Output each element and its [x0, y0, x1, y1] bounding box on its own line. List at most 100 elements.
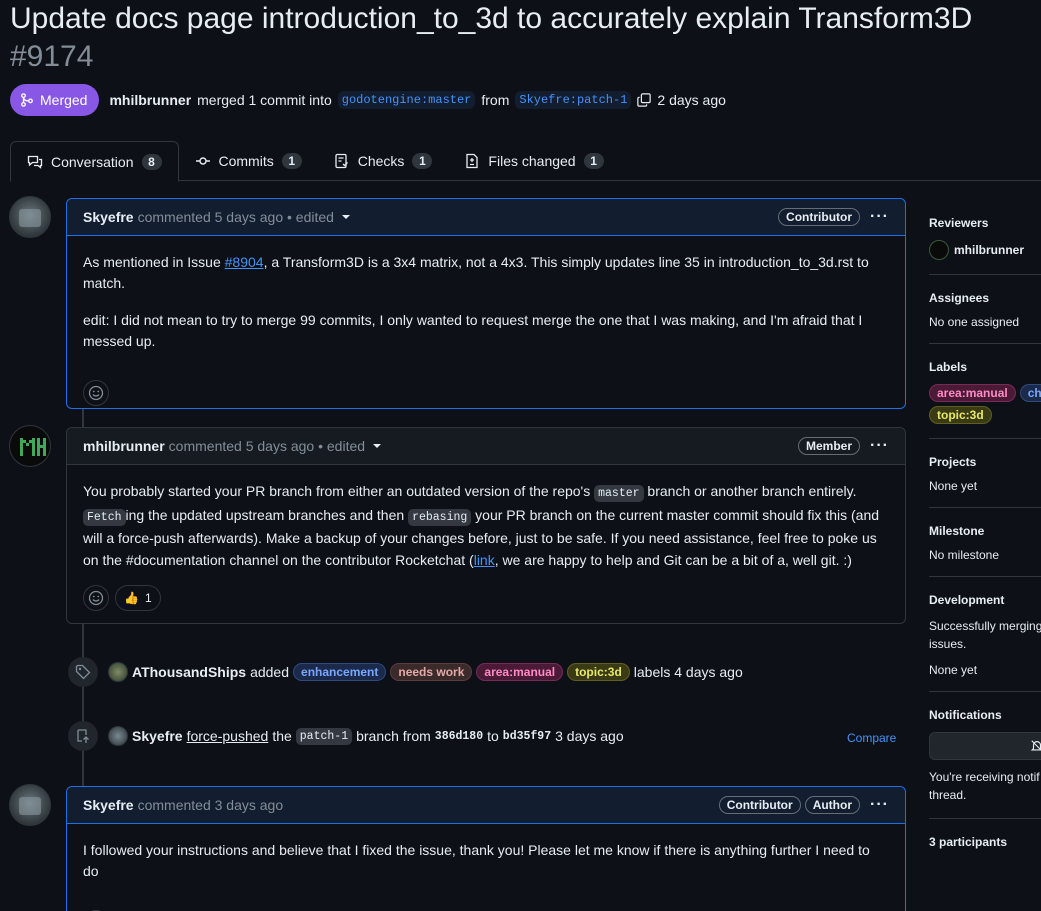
sidebar-label-list: area:manual che topic:3d	[929, 384, 1041, 424]
comment-paragraph-edit: edit: I did not mean to try to merge 99 …	[83, 312, 863, 349]
reviewer-name: mhilbrunner	[954, 243, 1025, 257]
commit-sha-before[interactable]: 386d180	[435, 730, 483, 743]
label-needs-work[interactable]: needs work	[390, 663, 473, 681]
rocketchat-link[interactable]: link	[474, 552, 495, 568]
head-branch[interactable]: Skyefre:patch-1	[515, 91, 632, 109]
file-diff-icon	[466, 153, 479, 169]
tab-conversation-label: Conversation	[51, 153, 134, 170]
avatar-mhilbrunner[interactable]	[9, 425, 51, 467]
pr-author[interactable]: mhilbrunner	[109, 92, 191, 108]
sidebar-heading[interactable]: Milestone	[929, 524, 1041, 538]
more-options-icon[interactable]: ···	[870, 796, 889, 814]
text: ing the updated upstream branches and th…	[125, 506, 409, 523]
sidebar-notifications: Notifications You're receiving notif thr…	[929, 692, 1041, 819]
tab-conversation[interactable]: Conversation 8	[10, 141, 179, 182]
reactions	[67, 380, 905, 420]
comment-meta[interactable]: commented 5 days ago • edited	[169, 438, 365, 454]
pr-meta: Merged mhilbrunner merged 1 commit into …	[10, 84, 726, 116]
label-enhancement[interactable]: enhancement	[293, 663, 387, 681]
chevron-down-icon[interactable]	[341, 215, 350, 219]
reaction-count: 1	[144, 591, 152, 605]
conversation-icon	[27, 155, 43, 169]
event-from: branch from	[356, 728, 431, 744]
sidebar-milestone: Milestone No milestone	[929, 508, 1041, 577]
comment-author[interactable]: Skyefre	[83, 209, 134, 225]
comment-meta[interactable]: commented 5 days ago • edited	[138, 209, 334, 225]
sidebar-value: Successfully merging	[929, 619, 1041, 633]
thumbs-up-icon: 👍	[124, 591, 139, 605]
sidebar-heading[interactable]: Development	[929, 593, 1041, 607]
smiley-icon[interactable]	[83, 380, 109, 406]
comment-mhilbrunner: mhilbrunner commented 5 days ago • edite…	[66, 427, 906, 624]
comment-header: mhilbrunner commented 5 days ago • edite…	[67, 428, 905, 465]
sidebar-value: You're receiving notif	[929, 770, 1040, 784]
label-che[interactable]: che	[1019, 384, 1041, 402]
sidebar-heading[interactable]: Projects	[929, 455, 1041, 469]
avatar-skyefre[interactable]	[108, 726, 128, 746]
tab-checks-count: 1	[412, 153, 433, 169]
force-pushed-link[interactable]: force-pushed	[187, 728, 269, 744]
repo-push-icon	[68, 721, 98, 751]
event-verb: added	[250, 664, 290, 680]
sidebar-projects: Projects None yet	[929, 439, 1041, 508]
comment-meta[interactable]: commented 3 days ago	[138, 797, 284, 813]
comment-skyefre-2: Skyefre commented 3 days ago Contributor…	[66, 786, 906, 911]
base-branch[interactable]: godotengine:master	[337, 91, 476, 109]
compare-button[interactable]: Compare	[847, 731, 896, 745]
tab-checks[interactable]: Checks 1	[318, 141, 449, 181]
comment-header: Skyefre commented 3 days ago Contributor…	[67, 787, 905, 824]
sidebar-heading[interactable]: Assignees	[929, 291, 1041, 305]
avatar-skyefre[interactable]	[9, 196, 51, 238]
event-actor[interactable]: AThousandShips	[132, 664, 246, 680]
label-topic-3d[interactable]: topic:3d	[929, 406, 992, 424]
tab-checks-label: Checks	[357, 153, 405, 169]
label-topic-3d[interactable]: topic:3d	[567, 663, 630, 681]
avatar-mhilbrunner	[929, 240, 949, 260]
issue-link[interactable]: #8904	[225, 254, 264, 270]
more-options-icon[interactable]: ···	[870, 437, 889, 455]
sidebar-heading[interactable]: Reviewers	[929, 216, 1041, 230]
comment-body: You probably started your PR branch from…	[67, 465, 905, 581]
smiley-icon[interactable]	[83, 585, 109, 611]
copy-icon[interactable]	[637, 93, 652, 107]
from-text: from	[481, 92, 510, 108]
comment-author[interactable]: mhilbrunner	[83, 438, 165, 454]
commit-icon	[195, 157, 210, 165]
event-time[interactable]: 3 days ago	[555, 728, 624, 744]
tab-files-changed[interactable]: Files changed 1	[448, 141, 619, 181]
sidebar-development: Development Successfully merging issues.…	[929, 577, 1041, 692]
tab-conversation-count: 8	[141, 153, 162, 170]
avatar-athousandships[interactable]	[108, 662, 128, 682]
inline-code: rebasing	[408, 508, 472, 526]
pr-time: 2 days ago	[657, 92, 726, 108]
pr-number: #9174	[10, 40, 94, 73]
role-badge: Member	[798, 437, 861, 455]
sidebar-heading[interactable]: Labels	[929, 360, 1041, 374]
commit-sha-after[interactable]: bd35f97	[503, 730, 551, 743]
more-options-icon[interactable]: ···	[870, 208, 889, 226]
event-actor[interactable]: Skyefre	[132, 728, 183, 744]
comment-author[interactable]: Skyefre	[83, 797, 134, 813]
label-area-manual[interactable]: area:manual	[929, 384, 1016, 402]
tag-icon	[68, 657, 98, 687]
sidebar-labels: Labels area:manual che topic:3d	[929, 344, 1041, 439]
event-to: to	[487, 728, 499, 744]
branch-name[interactable]: patch-1	[295, 727, 353, 745]
thumbs-up-reaction[interactable]: 👍 1	[115, 585, 161, 611]
role-badge-author: Author	[804, 796, 861, 814]
avatar-skyefre[interactable]	[9, 784, 51, 826]
sidebar-value: No milestone	[929, 548, 1000, 562]
inline-code: master	[594, 485, 644, 502]
tab-commits[interactable]: Commits 1	[179, 141, 318, 181]
unsubscribe-button[interactable]	[929, 732, 1041, 760]
label-area-manual[interactable]: area:manual	[476, 663, 564, 681]
checklist-icon	[335, 153, 348, 169]
merged-label: Merged	[40, 92, 88, 108]
chevron-down-icon[interactable]	[373, 444, 382, 448]
role-badge-contributor: Contributor	[718, 796, 801, 814]
sidebar-heading: 3 participants	[929, 835, 1008, 849]
tab-commits-count: 1	[281, 153, 302, 169]
reviewer-row[interactable]: mhilbrunner	[929, 240, 1041, 260]
event-suffix[interactable]: labels 4 days ago	[634, 664, 743, 680]
text: , we are happy to help and Git can be a …	[494, 551, 852, 568]
